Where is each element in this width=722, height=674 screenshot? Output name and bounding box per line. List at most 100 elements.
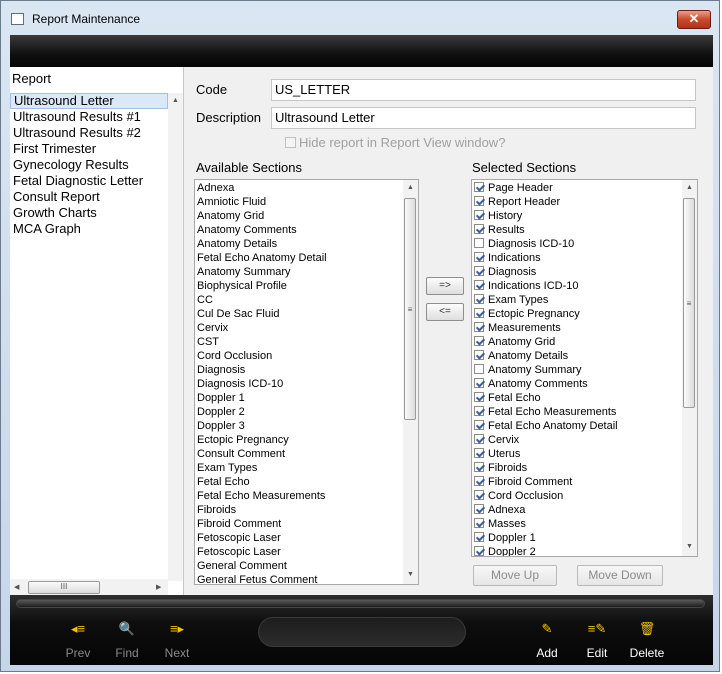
- section-checkbox[interactable]: [474, 210, 484, 220]
- section-checkbox[interactable]: [474, 518, 484, 528]
- available-section-item[interactable]: Fetal Echo: [195, 475, 418, 489]
- scroll-down-icon[interactable]: ▼: [686, 543, 693, 550]
- section-checkbox[interactable]: [474, 308, 484, 318]
- report-list-item[interactable]: Fetal Diagnostic Letter: [10, 173, 168, 189]
- selected-section-item[interactable]: Diagnosis: [472, 265, 697, 279]
- report-list-item[interactable]: Ultrasound Letter: [10, 93, 168, 109]
- selected-section-item[interactable]: Fetal Echo Anatomy Detail: [472, 419, 697, 433]
- section-checkbox[interactable]: [474, 448, 484, 458]
- section-checkbox[interactable]: [474, 406, 484, 416]
- section-checkbox[interactable]: [474, 462, 484, 472]
- selected-section-item[interactable]: Uterus: [472, 447, 697, 461]
- selected-section-item[interactable]: Doppler 2: [472, 545, 697, 556]
- selected-section-item[interactable]: Masses: [472, 517, 697, 531]
- available-section-item[interactable]: Fetal Echo Anatomy Detail: [195, 251, 418, 265]
- section-checkbox[interactable]: [474, 266, 484, 276]
- section-checkbox[interactable]: [474, 490, 484, 500]
- section-checkbox[interactable]: [474, 196, 484, 206]
- available-section-item[interactable]: Biophysical Profile: [195, 279, 418, 293]
- selected-section-item[interactable]: History: [472, 209, 697, 223]
- delete-button[interactable]: 🗑 Delete: [622, 621, 672, 661]
- selected-section-item[interactable]: Cord Occlusion: [472, 489, 697, 503]
- available-section-item[interactable]: Ectopic Pregnancy: [195, 433, 418, 447]
- selected-section-item[interactable]: Results: [472, 223, 697, 237]
- description-input[interactable]: Ultrasound Letter: [271, 107, 696, 129]
- section-checkbox[interactable]: [474, 476, 484, 486]
- available-sections-list[interactable]: Adnexa Amniotic Fluid Anatomy Grid Anatomy …: [194, 179, 419, 585]
- selected-section-item[interactable]: Page Header: [472, 181, 697, 195]
- section-checkbox[interactable]: [474, 434, 484, 444]
- report-list-item[interactable]: MCA Graph: [10, 221, 168, 237]
- report-list-item[interactable]: First Trimester: [10, 141, 168, 157]
- selected-section-item[interactable]: Doppler 1: [472, 531, 697, 545]
- scroll-down-icon[interactable]: ▼: [407, 571, 414, 578]
- scroll-right-icon[interactable]: ▶: [156, 583, 161, 591]
- available-section-item[interactable]: Consult Comment: [195, 447, 418, 461]
- selected-section-item[interactable]: Exam Types: [472, 293, 697, 307]
- report-list-item[interactable]: Ultrasound Results #2: [10, 125, 168, 141]
- selected-scroll-thumb[interactable]: ≡: [683, 198, 695, 408]
- available-section-item[interactable]: Anatomy Summary: [195, 265, 418, 279]
- hide-report-checkbox[interactable]: [285, 137, 296, 149]
- section-checkbox[interactable]: [474, 336, 484, 346]
- section-checkbox[interactable]: [474, 252, 484, 262]
- available-section-item[interactable]: Doppler 3: [195, 419, 418, 433]
- available-vscrollbar[interactable]: ▲ ≡ ▼: [403, 180, 418, 584]
- selected-vscrollbar[interactable]: ▲ ≡ ▼: [682, 180, 697, 556]
- available-section-item[interactable]: Fibroid Comment: [195, 517, 418, 531]
- selected-section-item[interactable]: Anatomy Comments: [472, 377, 697, 391]
- section-checkbox[interactable]: [474, 420, 484, 430]
- available-section-item[interactable]: Diagnosis: [195, 363, 418, 377]
- section-checkbox[interactable]: [474, 504, 484, 514]
- available-section-item[interactable]: Cul De Sac Fluid: [195, 307, 418, 321]
- available-section-item[interactable]: General Comment: [195, 559, 418, 573]
- section-checkbox[interactable]: [474, 392, 484, 402]
- report-list-item[interactable]: Consult Report: [10, 189, 168, 205]
- section-checkbox[interactable]: [474, 294, 484, 304]
- scroll-up-icon[interactable]: ▲: [686, 184, 693, 191]
- available-section-item[interactable]: Anatomy Grid: [195, 209, 418, 223]
- selected-section-item[interactable]: Fetal Echo: [472, 391, 697, 405]
- selected-section-item[interactable]: Fibroids: [472, 461, 697, 475]
- remove-section-button[interactable]: <=: [426, 303, 464, 321]
- selected-section-item[interactable]: Measurements: [472, 321, 697, 335]
- hide-report-checkbox-row[interactable]: Hide report in Report View window?: [285, 135, 505, 150]
- available-section-item[interactable]: Doppler 2: [195, 405, 418, 419]
- available-scroll-thumb[interactable]: ≡: [404, 198, 416, 420]
- find-button[interactable]: 🔍 Find: [102, 621, 152, 661]
- close-button[interactable]: ✕: [677, 10, 711, 29]
- available-section-item[interactable]: Fetoscopic Laser: [195, 531, 418, 545]
- edit-button[interactable]: ≡✎ Edit: [572, 621, 622, 661]
- report-list-item[interactable]: Ultrasound Results #1: [10, 109, 168, 125]
- selected-section-item[interactable]: Anatomy Summary: [472, 363, 697, 377]
- selected-section-item[interactable]: Adnexa: [472, 503, 697, 517]
- available-section-item[interactable]: Diagnosis ICD-10: [195, 377, 418, 391]
- prev-button[interactable]: ◂≡ Prev: [53, 621, 103, 661]
- add-button[interactable]: ✎ Add: [522, 621, 572, 661]
- section-checkbox[interactable]: [474, 364, 484, 374]
- next-button[interactable]: ≡▸ Next: [152, 621, 202, 661]
- available-section-item[interactable]: Fetoscopic Laser: [195, 545, 418, 559]
- selected-section-item[interactable]: Report Header: [472, 195, 697, 209]
- available-section-item[interactable]: CST: [195, 335, 418, 349]
- hscroll-thumb[interactable]: III: [28, 581, 100, 594]
- section-checkbox[interactable]: [474, 350, 484, 360]
- selected-section-item[interactable]: Diagnosis ICD-10: [472, 237, 697, 251]
- selected-sections-list[interactable]: Page Header Report Header History Results Di…: [471, 179, 698, 557]
- report-list-item[interactable]: Growth Charts: [10, 205, 168, 221]
- move-down-button[interactable]: Move Down: [577, 565, 663, 586]
- selected-section-item[interactable]: Anatomy Details: [472, 349, 697, 363]
- available-section-item[interactable]: CC: [195, 293, 418, 307]
- selected-section-item[interactable]: Cervix: [472, 433, 697, 447]
- selected-section-item[interactable]: Fibroid Comment: [472, 475, 697, 489]
- add-section-button[interactable]: =>: [426, 277, 464, 295]
- available-section-item[interactable]: Fibroids: [195, 503, 418, 517]
- report-list-item[interactable]: Gynecology Results: [10, 157, 168, 173]
- move-up-button[interactable]: Move Up: [473, 565, 557, 586]
- report-list-hscrollbar[interactable]: ◀ III ▶: [10, 579, 168, 595]
- available-section-item[interactable]: Anatomy Comments: [195, 223, 418, 237]
- code-input[interactable]: US_LETTER: [271, 79, 696, 101]
- selected-section-item[interactable]: Indications: [472, 251, 697, 265]
- selected-section-item[interactable]: Indications ICD-10: [472, 279, 697, 293]
- section-checkbox[interactable]: [474, 280, 484, 290]
